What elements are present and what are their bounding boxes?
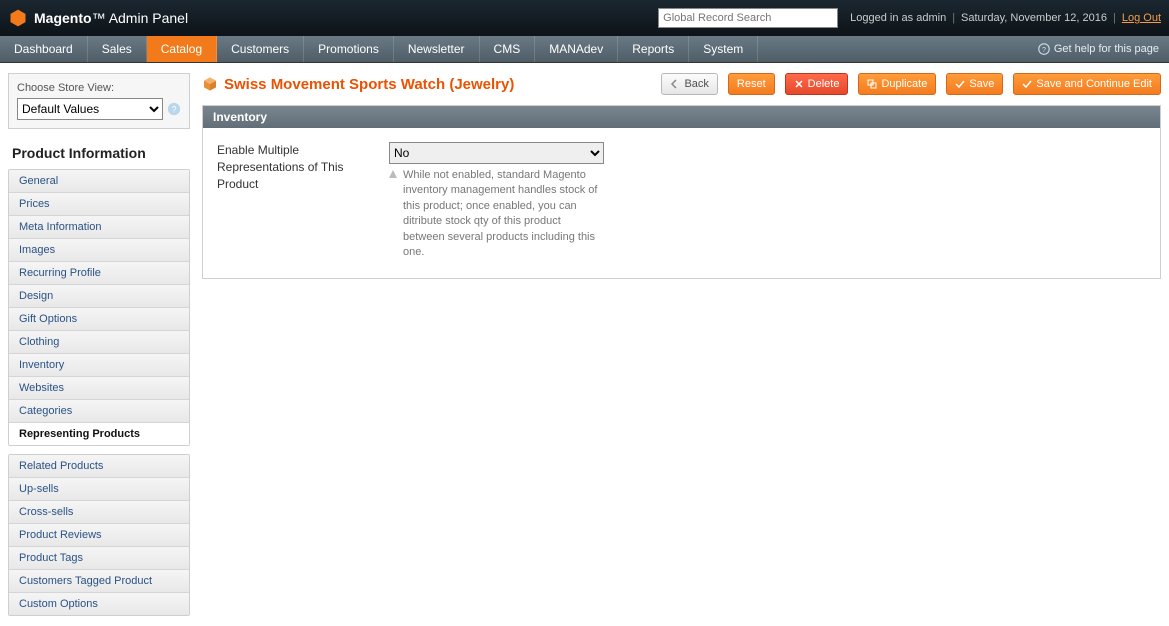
main-nav: DashboardSalesCatalogCustomersPromotions… [0,36,1169,63]
brand-text: Magento™ Admin Panel [34,10,188,26]
tab-up-sells[interactable]: Up-sells [9,478,189,501]
nav-item-dashboard[interactable]: Dashboard [0,36,88,62]
store-view-label: Choose Store View: [17,82,181,94]
tab-categories[interactable]: Categories [9,400,189,423]
nav-item-sales[interactable]: Sales [88,36,147,62]
global-search-input[interactable] [658,8,838,28]
help-icon: ? [1038,43,1050,55]
panel-header: Inventory [203,106,1160,128]
svg-text:?: ? [172,105,177,115]
reset-button[interactable]: Reset [728,73,775,95]
tab-customers-tagged-product[interactable]: Customers Tagged Product [9,570,189,593]
enable-multiple-select[interactable]: No [389,142,604,164]
store-view-switcher: Choose Store View: Default Values ? [8,73,190,129]
nav-item-promotions[interactable]: Promotions [304,36,394,62]
logged-in-text: Logged in as admin [850,12,946,24]
x-icon [794,79,804,89]
save-continue-button[interactable]: Save and Continue Edit [1013,73,1161,95]
logout-link[interactable]: Log Out [1122,12,1161,24]
back-button[interactable]: Back [661,73,717,95]
tab-recurring-profile[interactable]: Recurring Profile [9,262,189,285]
top-header: Magento™ Admin Panel Logged in as admin … [0,0,1169,36]
duplicate-icon [867,79,877,89]
svg-text:?: ? [1042,45,1046,54]
delete-button[interactable]: Delete [785,73,849,95]
brand-logo: Magento™ Admin Panel [8,8,188,28]
tab-websites[interactable]: Websites [9,377,189,400]
page-title: Swiss Movement Sports Watch (Jewelry) [202,76,514,93]
nav-item-catalog[interactable]: Catalog [147,36,217,62]
sidebar-title: Product Information [8,139,190,169]
field-note: While not enabled, standard Magento inve… [389,168,604,260]
inventory-panel: Inventory Enable Multiple Representation… [202,105,1161,279]
tab-gift-options[interactable]: Gift Options [9,308,189,331]
help-icon[interactable]: ? [167,102,181,116]
save-button[interactable]: Save [946,73,1003,95]
check-icon [1022,79,1032,89]
tab-clothing[interactable]: Clothing [9,331,189,354]
help-link[interactable]: ? Get help for this page [1038,36,1169,62]
tab-related-products[interactable]: Related Products [9,455,189,478]
nav-item-reports[interactable]: Reports [618,36,689,62]
tab-product-tags[interactable]: Product Tags [9,547,189,570]
tab-general[interactable]: General [9,170,189,193]
nav-item-cms[interactable]: CMS [480,36,536,62]
back-arrow-icon [670,79,680,89]
tab-images[interactable]: Images [9,239,189,262]
tab-meta-information[interactable]: Meta Information [9,216,189,239]
tab-design[interactable]: Design [9,285,189,308]
tab-prices[interactable]: Prices [9,193,189,216]
magento-logo-icon [8,8,28,28]
nav-item-newsletter[interactable]: Newsletter [394,36,480,62]
duplicate-button[interactable]: Duplicate [858,73,936,95]
header-account-info: Logged in as admin | Saturday, November … [850,12,1161,24]
note-triangle-icon [389,170,397,178]
tab-product-reviews[interactable]: Product Reviews [9,524,189,547]
tab-representing-products[interactable]: Representing Products [9,423,189,445]
header-date: Saturday, November 12, 2016 [961,12,1107,24]
nav-item-manadev[interactable]: MANAdev [535,36,618,62]
tab-inventory[interactable]: Inventory [9,354,189,377]
nav-item-system[interactable]: System [689,36,758,62]
store-view-select[interactable]: Default Values [17,98,163,120]
tab-cross-sells[interactable]: Cross-sells [9,501,189,524]
field-label: Enable Multiple Representations of This … [217,142,367,260]
product-icon [202,76,218,92]
nav-item-customers[interactable]: Customers [217,36,304,62]
check-icon [955,79,965,89]
tab-custom-options[interactable]: Custom Options [9,593,189,615]
